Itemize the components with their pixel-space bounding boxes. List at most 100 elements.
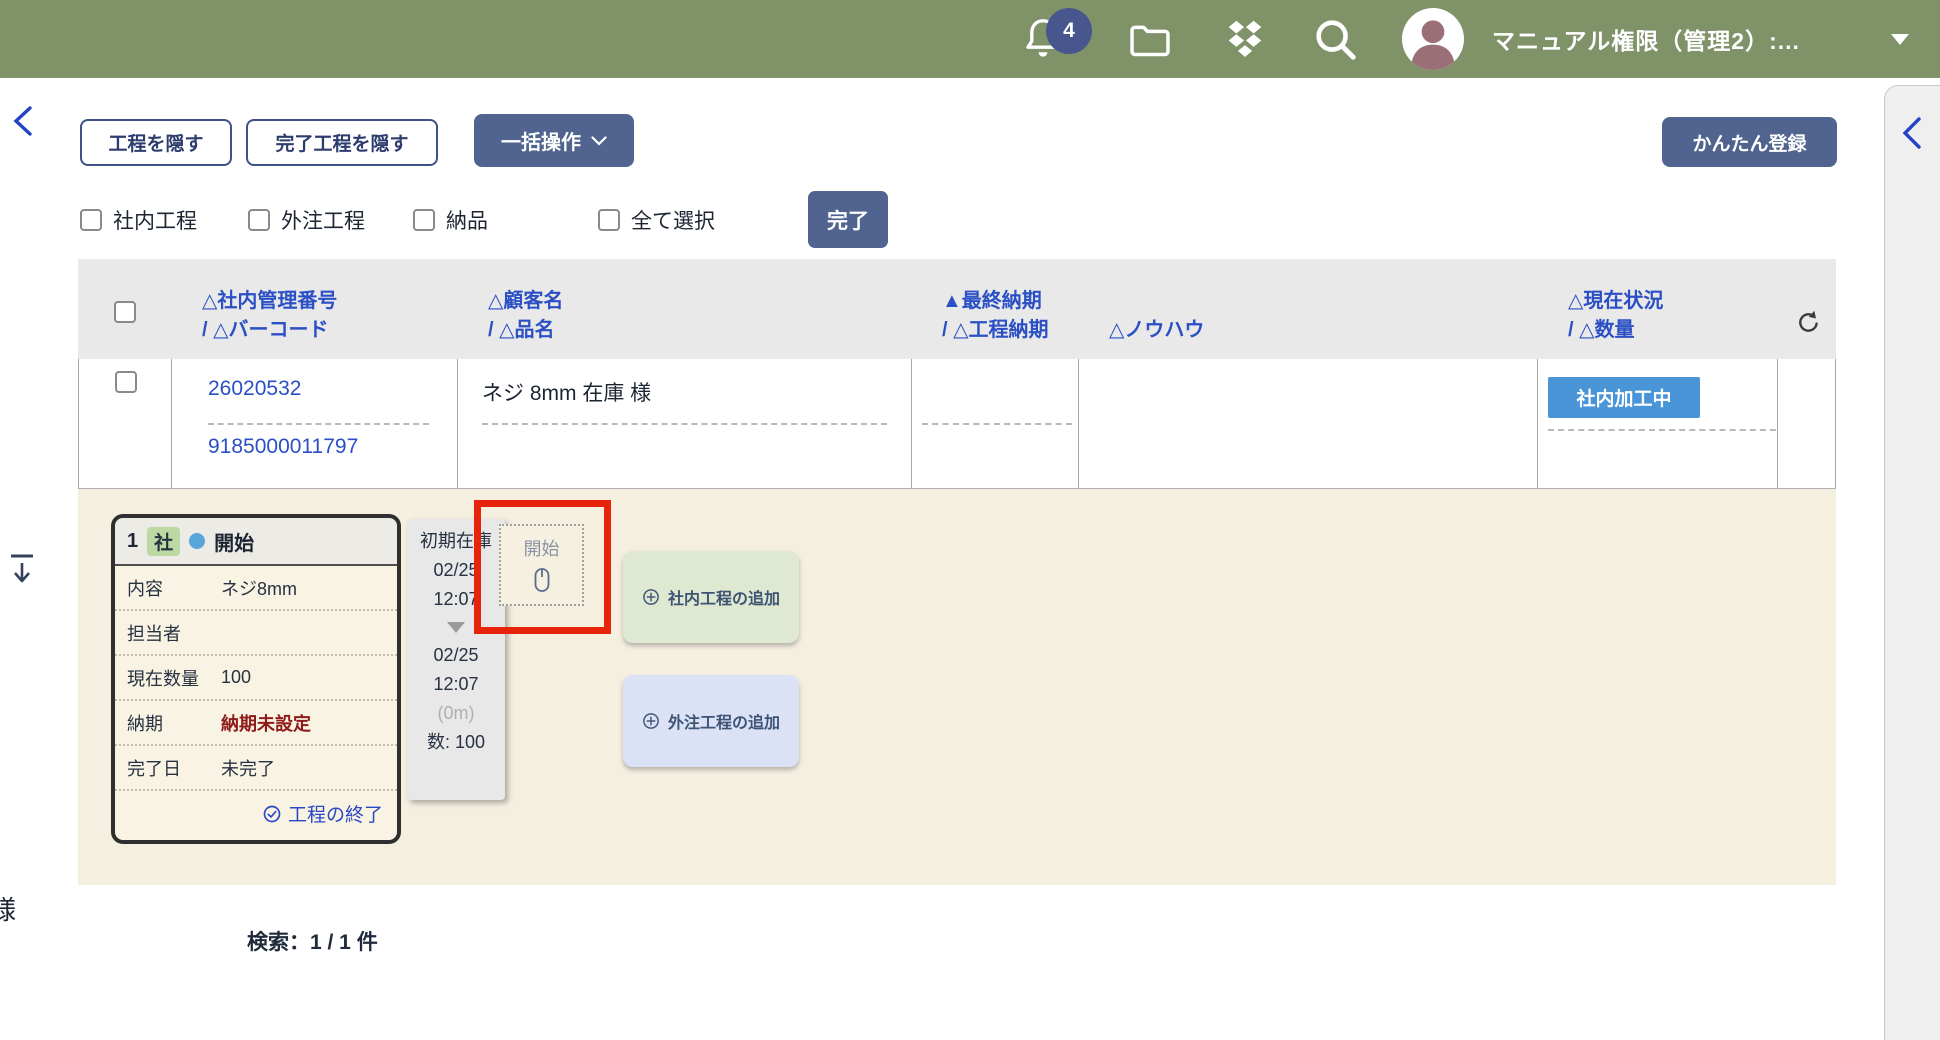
row-customer-cell: ネジ 8mm 在庫 様: [458, 359, 912, 488]
header-select-checkbox[interactable]: [114, 301, 136, 323]
header-status-line1: △現在状況: [1568, 287, 1778, 316]
dropbox-icon[interactable]: [1222, 16, 1268, 62]
delivery-checkbox[interactable]: [413, 209, 435, 231]
add-external-label: 外注工程の追加: [668, 709, 780, 733]
row-label: 完了日: [127, 755, 221, 781]
refresh-icon[interactable]: [1795, 309, 1822, 345]
collapse-down-icon[interactable]: [8, 552, 36, 588]
hide-completed-process-button[interactable]: 完了工程を隠す: [246, 119, 438, 166]
timeline-start-time: 12:07: [433, 585, 478, 614]
search-icon[interactable]: [1312, 16, 1358, 62]
header-final-due-line1: ▲最終納期: [942, 287, 1079, 316]
bulk-action-button[interactable]: 一括操作: [474, 114, 634, 167]
user-menu-caret-icon[interactable]: [1890, 33, 1910, 46]
header-due-date[interactable]: ▲最終納期 / △工程納期: [912, 259, 1079, 359]
right-side-panel: [1884, 85, 1940, 1040]
card-row-completed: 完了日 未完了: [115, 746, 397, 791]
row-value: ネジ8mm: [221, 575, 297, 601]
timeline-end-time: 12:07: [433, 670, 478, 699]
divider: [208, 423, 429, 425]
header-quantity-line2: / △数量: [1568, 316, 1778, 345]
folder-icon[interactable]: [1128, 20, 1172, 60]
row-due-cell: [912, 359, 1079, 488]
expand-panel-chevron-icon[interactable]: [1899, 114, 1925, 152]
card-row-due: 納期 納期未設定: [115, 701, 397, 746]
external-process-checkbox[interactable]: [248, 209, 270, 231]
select-all-label: 全て選択: [631, 205, 715, 235]
filter-select-all: 全て選択: [598, 205, 715, 235]
row-value: 100: [221, 667, 251, 688]
barcode-link[interactable]: 9185000011797: [208, 435, 358, 459]
divider: [922, 423, 1072, 425]
header-item-line2: / △品名: [488, 316, 912, 345]
process-type-badge: 社: [147, 527, 180, 556]
internal-process-checkbox[interactable]: [80, 209, 102, 231]
row-refresh-cell: [1778, 359, 1836, 488]
divider: [1548, 429, 1776, 431]
table-header-row: △社内管理番号 / △バーコード △顧客名 / △品名 ▲最終納期 / △工程納…: [78, 259, 1836, 359]
start-process-button[interactable]: 開始: [499, 524, 584, 606]
row-label: 内容: [127, 575, 221, 601]
back-chevron-icon[interactable]: [10, 104, 36, 138]
easy-register-button[interactable]: かんたん登録: [1662, 117, 1837, 167]
process-card[interactable]: 1 社 開始 内容 ネジ8mm 担当者 現在数量 100 納期 納期未設定: [111, 514, 401, 844]
plus-circle-icon: [642, 588, 660, 606]
process-detail-panel: 1 社 開始 内容 ネジ8mm 担当者 現在数量 100 納期 納期未設定: [78, 489, 1836, 885]
row-label: 現在数量: [127, 665, 221, 691]
arrow-down-icon: [447, 622, 465, 633]
user-menu-label[interactable]: マニュアル権限（管理2）:...: [1492, 0, 1800, 78]
header-knowhow[interactable]: △ノウハウ: [1079, 259, 1538, 359]
check-circle-icon: [262, 804, 282, 824]
header-barcode-line2: / △バーコード: [202, 316, 458, 345]
timeline-panel: 初期在庫 02/25 12:07 02/25 12:07 (0m) 数: 100: [407, 519, 505, 800]
timeline-duration: (0m): [438, 699, 475, 728]
chevron-down-icon: [591, 136, 607, 146]
finish-process-label: 工程の終了: [288, 800, 383, 827]
add-internal-label: 社内工程の追加: [668, 585, 780, 609]
timeline-start-date: 02/25: [433, 556, 478, 585]
timeline-title: 初期在庫: [420, 527, 492, 556]
row-status-cell: 社内加工中: [1538, 359, 1778, 488]
customer-item-text: ネジ 8mm 在庫 様: [482, 377, 651, 407]
process-card-header: 1 社 開始: [115, 518, 397, 566]
finish-process-link[interactable]: 工程の終了: [115, 791, 397, 836]
card-row-assignee: 担当者: [115, 611, 397, 656]
header-process-due-line2: / △工程納期: [942, 316, 1079, 345]
mgmt-number-link[interactable]: 26020532: [208, 377, 301, 401]
timeline-quantity: 数: 100: [427, 728, 485, 757]
row-value: 未完了: [221, 755, 275, 781]
avatar[interactable]: [1402, 8, 1464, 70]
notification-count-badge[interactable]: 4: [1046, 8, 1092, 54]
table-row: 26020532 9185000011797 ネジ 8mm 在庫 様 社内加工中: [78, 359, 1836, 489]
start-button-label: 開始: [524, 535, 560, 561]
card-row-quantity: 現在数量 100: [115, 656, 397, 701]
filter-external-process: 外注工程: [248, 205, 365, 235]
select-all-checkbox[interactable]: [598, 209, 620, 231]
hide-process-button[interactable]: 工程を隠す: [80, 119, 232, 166]
search-result-count: 検索：1 / 1 件: [247, 926, 378, 956]
card-row-content: 内容 ネジ8mm: [115, 566, 397, 611]
row-knowhow-cell: [1079, 359, 1538, 488]
mouse-icon: [530, 566, 554, 596]
header-status[interactable]: △現在状況 / △数量: [1538, 259, 1778, 359]
orders-table: △社内管理番号 / △バーコード △顧客名 / △品名 ▲最終納期 / △工程納…: [78, 259, 1836, 489]
delivery-label: 納品: [446, 205, 488, 235]
header-mgmt-line1: △社内管理番号: [202, 287, 458, 316]
divider: [482, 423, 887, 425]
row-checkbox-cell: [78, 359, 172, 488]
status-dot-icon: [189, 533, 205, 549]
timeline-end-date: 02/25: [433, 641, 478, 670]
row-select-checkbox[interactable]: [115, 371, 137, 393]
row-label: 担当者: [127, 620, 221, 646]
header-mgmt-number[interactable]: △社内管理番号 / △バーコード: [172, 259, 458, 359]
row-value-alert: 納期未設定: [221, 710, 311, 736]
complete-button[interactable]: 完了: [808, 191, 888, 248]
header-customer-line1: △顧客名: [488, 287, 912, 316]
add-external-process-button[interactable]: 外注工程の追加: [623, 675, 799, 767]
clipped-edge-text: 様: [0, 890, 16, 927]
add-internal-process-button[interactable]: 社内工程の追加: [623, 551, 799, 643]
app-header: 4 マニュアル権限（管理2）:...: [0, 0, 1940, 78]
process-title: 開始: [214, 527, 254, 556]
process-number: 1: [127, 530, 138, 553]
header-customer[interactable]: △顧客名 / △品名: [458, 259, 912, 359]
